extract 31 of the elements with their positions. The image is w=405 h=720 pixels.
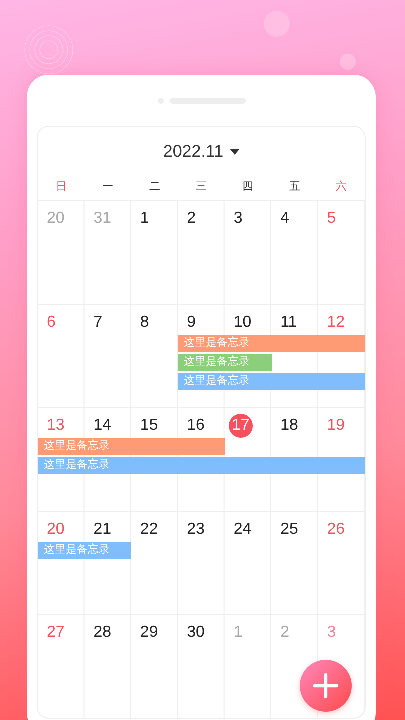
day-number[interactable]: 2 [187, 209, 196, 229]
day-number[interactable]: 8 [140, 312, 150, 333]
day-number[interactable]: 11 [280, 312, 298, 333]
weekday-label: 四 [242, 180, 254, 194]
weekday-label: 三 [196, 180, 207, 194]
day-number[interactable]: 1 [140, 209, 150, 229]
day-number[interactable]: 14 [94, 416, 112, 436]
day-number[interactable]: 10 [234, 312, 252, 333]
day-number[interactable]: 9 [187, 312, 196, 333]
day-number[interactable]: 29 [140, 623, 158, 644]
day-number[interactable]: 3 [234, 209, 243, 229]
day-number[interactable]: 23 [187, 520, 205, 540]
weekday-label: 一 [102, 180, 114, 194]
day-number[interactable]: 28 [94, 623, 112, 644]
day-number[interactable]: 22 [140, 520, 158, 540]
weekday-label: 二 [149, 180, 160, 194]
dropdown-caret-icon[interactable] [230, 149, 240, 155]
day-number[interactable]: 30 [187, 623, 205, 644]
weekday-label: 五 [289, 180, 300, 194]
plus-icon [313, 673, 339, 699]
day-number[interactable]: 4 [280, 209, 290, 229]
day-number[interactable]: 18 [280, 416, 298, 436]
day-number[interactable]: 7 [94, 312, 103, 333]
day-number[interactable]: 16 [187, 416, 205, 436]
weekday-label: 六 [336, 180, 348, 194]
day-number[interactable]: 21 [94, 520, 112, 540]
day-number[interactable]: 15 [140, 416, 158, 436]
month-title[interactable]: 2022.11 [163, 142, 224, 162]
day-number[interactable]: 24 [234, 520, 252, 540]
day-number[interactable]: 25 [280, 520, 298, 540]
weekday-label: 日 [56, 180, 67, 194]
